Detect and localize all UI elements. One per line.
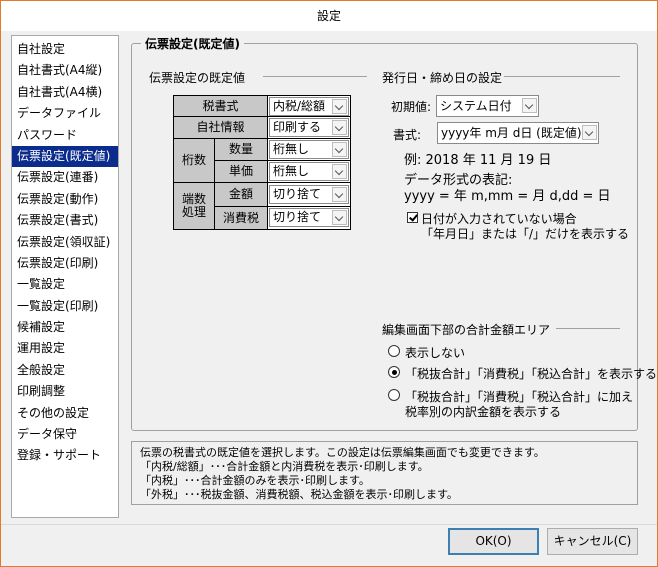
totals-section-divider (556, 328, 620, 329)
dates-section-title: 発行日・締め日の設定 (382, 71, 503, 85)
consumption-tax-label: 消費税 (214, 206, 268, 230)
nav-item[interactable]: 印刷調整 (12, 381, 118, 402)
quantity-digits-select[interactable]: 桁無し (269, 140, 349, 159)
chevron-down-icon[interactable] (332, 142, 347, 157)
date-format-select[interactable]: yyyy年 m月 d日 (既定値) (437, 122, 599, 144)
nav-item[interactable]: 伝票設定(連番) (12, 167, 118, 188)
totals-option-basic-label: 「税抜合計」「消費税」「税込合計」を表示する (405, 367, 658, 381)
nav-item[interactable]: 登録・サポート (12, 445, 118, 466)
cancel-button[interactable]: キャンセル(C) (547, 528, 638, 555)
chevron-down-icon[interactable] (582, 125, 597, 140)
group-title: 伝票設定(既定値) (141, 35, 244, 52)
nav-item[interactable]: 自社書式(A4横) (12, 82, 118, 103)
nav-item[interactable]: 全般設定 (12, 360, 118, 381)
description-line: 「内税」･･･合計金額のみを表示･印刷します。 (140, 474, 370, 487)
totals-option-basic-radio[interactable] (388, 366, 400, 378)
nav-item[interactable]: その他の設定 (12, 403, 118, 424)
date-format-value: yyyy年 m月 d日 (既定値) (441, 126, 582, 140)
rounding-label: 端数処理 (173, 182, 215, 230)
nav-item[interactable]: 伝票設定(印刷) (12, 253, 118, 274)
date-format-label: 書式: (393, 128, 422, 142)
defaults-section-divider (263, 76, 367, 77)
totals-option-breakdown-line2: 税率別の内訳金額を表示する (405, 405, 562, 419)
amount-label: 金額 (214, 182, 268, 207)
tax-format-label: 税書式 (173, 95, 268, 117)
totals-section-title: 編集画面下部の合計金額エリア (382, 323, 551, 337)
nav-item[interactable]: データ保守 (12, 424, 118, 445)
totals-option-none-label: 表示しない (405, 346, 466, 360)
chevron-down-icon[interactable] (332, 164, 347, 179)
chevron-down-icon[interactable] (332, 120, 347, 135)
chevron-down-icon[interactable] (332, 99, 347, 114)
quantity-label: 数量 (214, 138, 268, 161)
notation-text: yyyy = 年 m,mm = 月 d,dd = 日 (404, 189, 611, 204)
amount-rounding-select[interactable]: 切り捨て (269, 185, 349, 204)
nav-item[interactable]: 候補設定 (12, 317, 118, 338)
unit-price-label: 単価 (214, 160, 268, 183)
consumption-tax-rounding-value: 切り捨て (273, 210, 322, 224)
window-title: 設定 (1, 1, 657, 31)
digits-label: 桁数 (173, 138, 215, 183)
quantity-digits-value: 桁無し (273, 142, 310, 156)
tax-format-value: 内税/総額 (273, 99, 326, 113)
nav-item[interactable]: 伝票設定(動作) (12, 189, 118, 210)
nav-item[interactable]: 自社設定 (12, 39, 118, 60)
footer-divider (1, 524, 657, 525)
description-panel: 伝票の税書式の既定値を選択します。この設定は伝票編集画面でも変更できます。 「内… (131, 441, 638, 505)
chevron-down-icon[interactable] (332, 210, 347, 225)
nav-item[interactable]: 一覧設定(印刷) (12, 296, 118, 317)
totals-option-breakdown-radio[interactable] (388, 389, 400, 401)
nav-item[interactable]: パスワード (12, 125, 118, 146)
company-info-value: 印刷する (273, 120, 322, 134)
nav-item[interactable]: 自社書式(A4縦) (12, 60, 118, 81)
date-example: 例: 2018 年 11 月 19 日 (404, 153, 552, 168)
unit-price-digits-value: 桁無し (273, 164, 310, 178)
nav-item[interactable]: 伝票設定(既定値) (12, 145, 118, 168)
ok-button[interactable]: OK(O) (448, 528, 539, 555)
chevron-down-icon[interactable] (522, 98, 537, 113)
company-info-label: 自社情報 (173, 116, 268, 139)
settings-window: 設定 自社設定 自社書式(A4縦) 自社書式(A4横) データファイル パスワード 伝票設… (0, 0, 658, 567)
description-line: 伝票の税書式の既定値を選択します。この設定は伝票編集画面でも変更できます。 (140, 446, 545, 459)
nav-item[interactable]: 運用設定 (12, 338, 118, 359)
empty-date-checkbox[interactable] (407, 212, 418, 223)
consumption-tax-rounding-select[interactable]: 切り捨て (269, 208, 349, 227)
nav-item[interactable]: データファイル (12, 103, 118, 124)
nav-item[interactable]: 伝票設定(領収証) (12, 232, 118, 253)
defaults-section-title: 伝票設定の既定値 (149, 71, 246, 85)
initial-value-label: 初期値: (391, 100, 432, 114)
initial-date-select[interactable]: システム日付 (436, 95, 539, 117)
chevron-down-icon[interactable] (332, 187, 347, 202)
unit-price-digits-select[interactable]: 桁無し (269, 162, 349, 181)
settings-category-list[interactable]: 自社設定 自社書式(A4縦) 自社書式(A4横) データファイル パスワード 伝票設定(既… (11, 35, 119, 518)
nav-item[interactable]: 伝票設定(書式) (12, 210, 118, 231)
initial-date-value: システム日付 (440, 99, 512, 113)
amount-rounding-value: 切り捨て (273, 187, 322, 201)
company-info-select[interactable]: 印刷する (269, 118, 349, 137)
tax-format-select[interactable]: 内税/総額 (269, 97, 349, 116)
dates-section-divider (504, 76, 620, 77)
description-line: 「内税/総額」･･･合計金額と内消費税を表示･印刷します。 (140, 460, 429, 473)
empty-date-label-line2: 「年月日」または「/」だけを表示する (421, 227, 630, 241)
description-line: 「外税」･･･税抜金額、消費税額、税込金額を表示･印刷します。 (140, 488, 458, 501)
totals-option-none-radio[interactable] (388, 345, 400, 357)
nav-item[interactable]: 一覧設定 (12, 274, 118, 295)
